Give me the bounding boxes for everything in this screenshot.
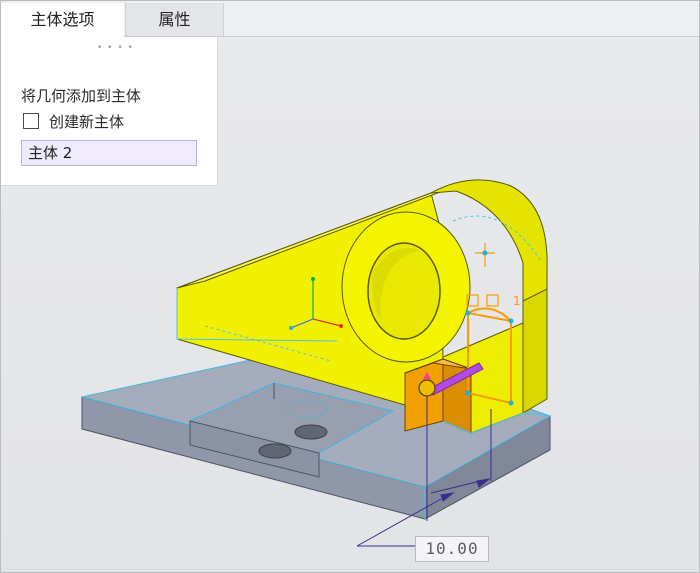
mounting-hole bbox=[294, 424, 328, 440]
body-options-panel: • • • • 将几何添加到主体 创建新主体 主体 2 bbox=[1, 37, 218, 186]
datum-point-icon bbox=[475, 243, 495, 267]
svg-text:1: 1 bbox=[513, 294, 521, 308]
dimension-value-box[interactable]: 10.00 bbox=[415, 536, 489, 562]
create-new-body-label: 创建新主体 bbox=[49, 112, 125, 131]
create-new-body-option[interactable]: 创建新主体 bbox=[23, 111, 124, 131]
panel-resize-grip[interactable]: • • • • bbox=[97, 43, 134, 53]
body-selector-field[interactable]: 主体 2 bbox=[21, 140, 197, 166]
mounting-hole bbox=[258, 443, 292, 459]
app-window: 主体选项 属性 1 • • • • 将几何添加到主体 创建新主体 主体 2 10… bbox=[0, 0, 700, 573]
add-geometry-label: 将几何添加到主体 bbox=[21, 87, 142, 105]
boss-block-right-face bbox=[522, 288, 548, 414]
create-new-body-checkbox[interactable] bbox=[23, 113, 39, 129]
